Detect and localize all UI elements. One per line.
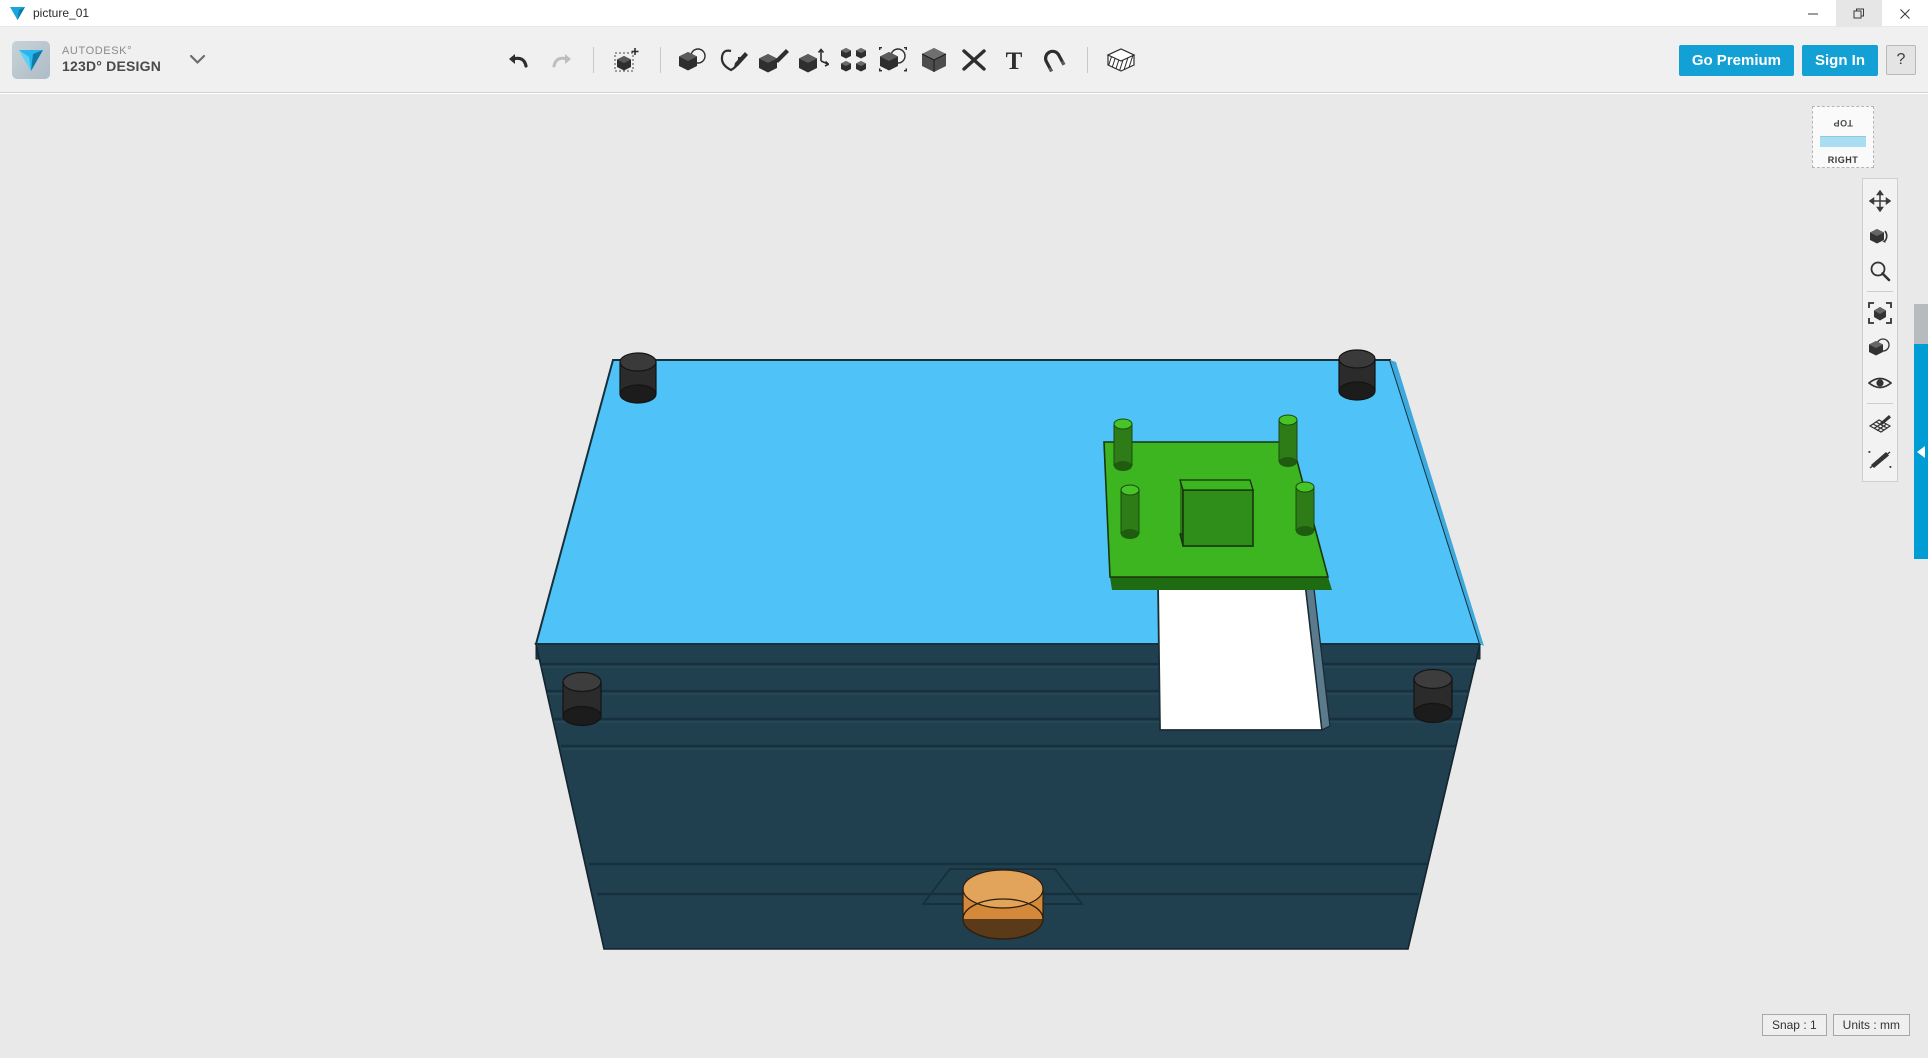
toolbar-separator	[1087, 47, 1088, 73]
transform-icon[interactable]	[607, 38, 647, 82]
measure-icon[interactable]	[954, 38, 994, 82]
navbar-separator	[1867, 291, 1893, 292]
chevron-left-icon	[1917, 446, 1926, 458]
chevron-down-icon[interactable]	[189, 54, 206, 65]
snap-status[interactable]: Snap : 1	[1762, 1014, 1827, 1036]
view-cube-right-label[interactable]: RIGHT	[1812, 155, 1874, 165]
brand-block[interactable]: AUTODESK° 123D° DESIGN	[0, 41, 206, 79]
title-bar: picture_01	[0, 0, 1928, 27]
panel-collapse-handle[interactable]	[1914, 344, 1928, 559]
close-button[interactable]	[1882, 0, 1928, 27]
help-button[interactable]: ?	[1886, 45, 1916, 75]
corner-screw	[1339, 350, 1375, 400]
standoff-pin	[1279, 415, 1297, 467]
units-status[interactable]: Units : mm	[1833, 1014, 1910, 1036]
standoff-pin	[1114, 419, 1132, 471]
restore-button[interactable]	[1836, 0, 1882, 27]
primitives-icon[interactable]	[674, 38, 714, 82]
toolbar-separator	[593, 47, 594, 73]
standoff-pin	[1296, 482, 1314, 536]
autodesk-logo-icon	[12, 41, 50, 79]
barrel-connector[interactable]	[963, 870, 1043, 939]
toolbar-separator	[660, 47, 661, 73]
corner-screw	[620, 353, 656, 403]
brand-line-2: 123D° DESIGN	[62, 58, 161, 75]
go-premium-button[interactable]: Go Premium	[1679, 45, 1794, 76]
document-tab[interactable]: picture_01	[0, 0, 103, 27]
status-bar: Snap : 1 Units : mm	[1762, 1014, 1910, 1036]
model-enclosure-assembly[interactable]	[0, 94, 1928, 1058]
zoom-icon[interactable]	[1864, 253, 1896, 288]
combine-icon[interactable]	[914, 38, 954, 82]
navigation-toolbar	[1862, 178, 1898, 482]
window-controls	[1790, 0, 1928, 27]
svg-text:T: T	[1006, 48, 1023, 73]
grouping-icon[interactable]	[874, 38, 914, 82]
brand-text: AUTODESK° 123D° DESIGN	[62, 45, 161, 74]
pcb-chip	[1180, 480, 1253, 546]
viewport-canvas[interactable]: TOP RIGHT	[0, 94, 1928, 1058]
navbar-separator	[1867, 403, 1893, 404]
brand-line-1: AUTODESK°	[62, 45, 161, 58]
main-toolbar: AUTODESK° 123D° DESIGN	[0, 27, 1928, 93]
display-mode-icon[interactable]	[1864, 330, 1896, 365]
grid-snap-icon[interactable]	[1864, 407, 1896, 442]
view-cube[interactable]: TOP RIGHT	[1812, 106, 1874, 168]
sign-in-button[interactable]: Sign In	[1802, 45, 1878, 76]
corner-screw	[563, 673, 601, 726]
app-logo-icon	[10, 7, 25, 20]
panel-scroll-track[interactable]	[1914, 304, 1928, 344]
fit-icon[interactable]	[1864, 295, 1896, 330]
sketch-icon[interactable]	[714, 38, 754, 82]
undo-icon[interactable]	[500, 38, 540, 82]
view-cube-highlight-band	[1820, 136, 1866, 147]
view-cube-top-label[interactable]: TOP	[1812, 118, 1874, 128]
orbit-icon[interactable]	[1864, 218, 1896, 253]
top-plate	[536, 360, 1480, 644]
materials-icon[interactable]	[1101, 38, 1141, 82]
text-icon[interactable]: T	[994, 38, 1034, 82]
toolbar-tools: T	[500, 27, 1141, 93]
display-panel[interactable]	[1158, 580, 1330, 730]
toolbar-account-actions: Go Premium Sign In ?	[1679, 27, 1916, 93]
grid-off-icon[interactable]	[1864, 442, 1896, 477]
visibility-icon[interactable]	[1864, 365, 1896, 400]
snap-icon[interactable]	[1034, 38, 1074, 82]
redo-icon[interactable]	[540, 38, 580, 82]
construct-icon[interactable]	[754, 38, 794, 82]
minimize-button[interactable]	[1790, 0, 1836, 27]
modify-icon[interactable]	[794, 38, 834, 82]
pattern-icon[interactable]	[834, 38, 874, 82]
standoff-pin	[1121, 485, 1139, 539]
corner-screw	[1414, 670, 1452, 723]
document-tab-label: picture_01	[33, 6, 89, 20]
pan-icon[interactable]	[1864, 183, 1896, 218]
